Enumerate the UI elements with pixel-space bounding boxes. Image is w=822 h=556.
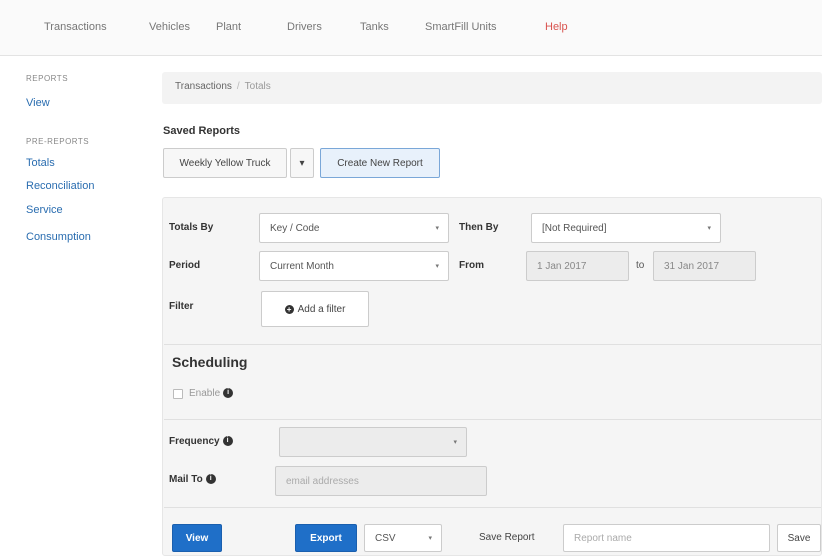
divider	[164, 419, 821, 420]
nav-drivers[interactable]: Drivers	[287, 21, 322, 33]
nav-transactions[interactable]: Transactions	[44, 21, 107, 33]
from-label: From	[459, 260, 484, 271]
sidebar-item-totals[interactable]: Totals	[26, 157, 55, 169]
top-navigation: Transactions Vehicles Plant Drivers Tank…	[0, 0, 822, 56]
save-button-label: Save	[787, 532, 811, 544]
nav-smartfill-units[interactable]: SmartFill Units	[425, 21, 497, 33]
chevron-down-icon: ▾	[299, 157, 305, 169]
breadcrumb-separator: /	[236, 81, 240, 92]
frequency-label-text: Frequency	[169, 436, 220, 447]
save-button[interactable]: Save	[777, 524, 821, 552]
from-date-input[interactable]: 1 Jan 2017	[526, 251, 629, 281]
totals-by-label: Totals By	[169, 222, 214, 233]
divider	[164, 507, 821, 508]
frequency-select[interactable]: ▾	[279, 427, 467, 457]
frequency-label: Frequency i	[169, 436, 233, 447]
export-format-select[interactable]: CSV ▾	[364, 524, 442, 552]
mail-to-placeholder: email addresses	[286, 475, 359, 487]
then-by-value: [Not Required]	[542, 222, 607, 234]
report-form-panel: Totals By Key / Code ▾ Then By [Not Requ…	[162, 197, 822, 556]
enable-checkbox[interactable]	[173, 389, 183, 399]
then-by-select[interactable]: [Not Required] ▾	[531, 213, 721, 243]
info-icon[interactable]: i	[205, 474, 216, 485]
chevron-down-icon: ▾	[707, 225, 711, 232]
chevron-down-icon: ▾	[435, 225, 439, 232]
mail-to-label: Mail To i	[169, 474, 216, 485]
to-label: to	[636, 260, 645, 271]
to-date-value: 31 Jan 2017	[664, 260, 720, 272]
period-label: Period	[169, 260, 201, 271]
from-date-value: 1 Jan 2017	[537, 260, 587, 272]
totals-by-select[interactable]: Key / Code ▾	[259, 213, 449, 243]
breadcrumb: Transactions / Totals	[162, 72, 822, 104]
saved-report-dropdown-button[interactable]: ▾	[290, 148, 314, 178]
enable-label: Enable i	[189, 388, 234, 399]
create-new-report-button[interactable]: Create New Report	[320, 148, 440, 178]
report-name-placeholder: Report name	[574, 532, 632, 544]
filter-label: Filter	[169, 301, 194, 312]
saved-report-selected: Weekly Yellow Truck	[179, 157, 271, 169]
nav-vehicles[interactable]: Vehicles	[149, 21, 190, 33]
add-filter-button[interactable]: + Add a filter	[261, 291, 369, 327]
nav-tanks[interactable]: Tanks	[360, 21, 389, 33]
nav-help[interactable]: Help	[545, 21, 568, 33]
breadcrumb-current: Totals	[244, 81, 271, 92]
export-format-value: CSV	[375, 532, 396, 544]
scheduling-title: Scheduling	[172, 354, 248, 370]
to-date-input[interactable]: 31 Jan 2017	[653, 251, 756, 281]
sidebar-item-view[interactable]: View	[26, 97, 50, 109]
chevron-down-icon: ▾	[428, 535, 432, 542]
info-icon[interactable]: i	[223, 388, 234, 399]
saved-report-select-button[interactable]: Weekly Yellow Truck	[163, 148, 287, 178]
view-button[interactable]: View	[172, 524, 222, 552]
divider	[164, 344, 821, 345]
breadcrumb-transactions[interactable]: Transactions	[175, 81, 232, 92]
period-select[interactable]: Current Month ▾	[259, 251, 449, 281]
sidebar-item-service[interactable]: Service	[26, 204, 63, 216]
export-button-label: Export	[310, 532, 342, 544]
saved-reports-title: Saved Reports	[163, 125, 241, 137]
view-button-label: View	[185, 532, 209, 544]
export-button[interactable]: Export	[295, 524, 357, 552]
sidebar-item-consumption[interactable]: Consumption	[26, 231, 91, 243]
enable-label-text: Enable	[189, 388, 221, 399]
create-new-report-label: Create New Report	[337, 157, 423, 169]
add-filter-label: Add a filter	[297, 303, 346, 315]
chevron-down-icon: ▾	[435, 263, 439, 270]
plus-icon: +	[284, 304, 294, 314]
chevron-down-icon: ▾	[453, 439, 457, 446]
mail-to-input[interactable]: email addresses	[275, 466, 487, 496]
then-by-label: Then By	[459, 222, 499, 233]
mail-to-label-text: Mail To	[169, 474, 203, 485]
sidebar-section-pre-reports: PRE-REPORTS	[26, 137, 90, 146]
info-icon[interactable]: i	[222, 436, 233, 447]
sidebar-section-reports: REPORTS	[26, 74, 69, 83]
nav-plant[interactable]: Plant	[216, 21, 241, 33]
report-name-input[interactable]: Report name	[563, 524, 770, 552]
period-value: Current Month	[270, 260, 334, 272]
sidebar-item-reconciliation[interactable]: Reconciliation	[26, 180, 94, 192]
totals-by-value: Key / Code	[270, 222, 320, 234]
save-report-label: Save Report	[479, 532, 535, 543]
